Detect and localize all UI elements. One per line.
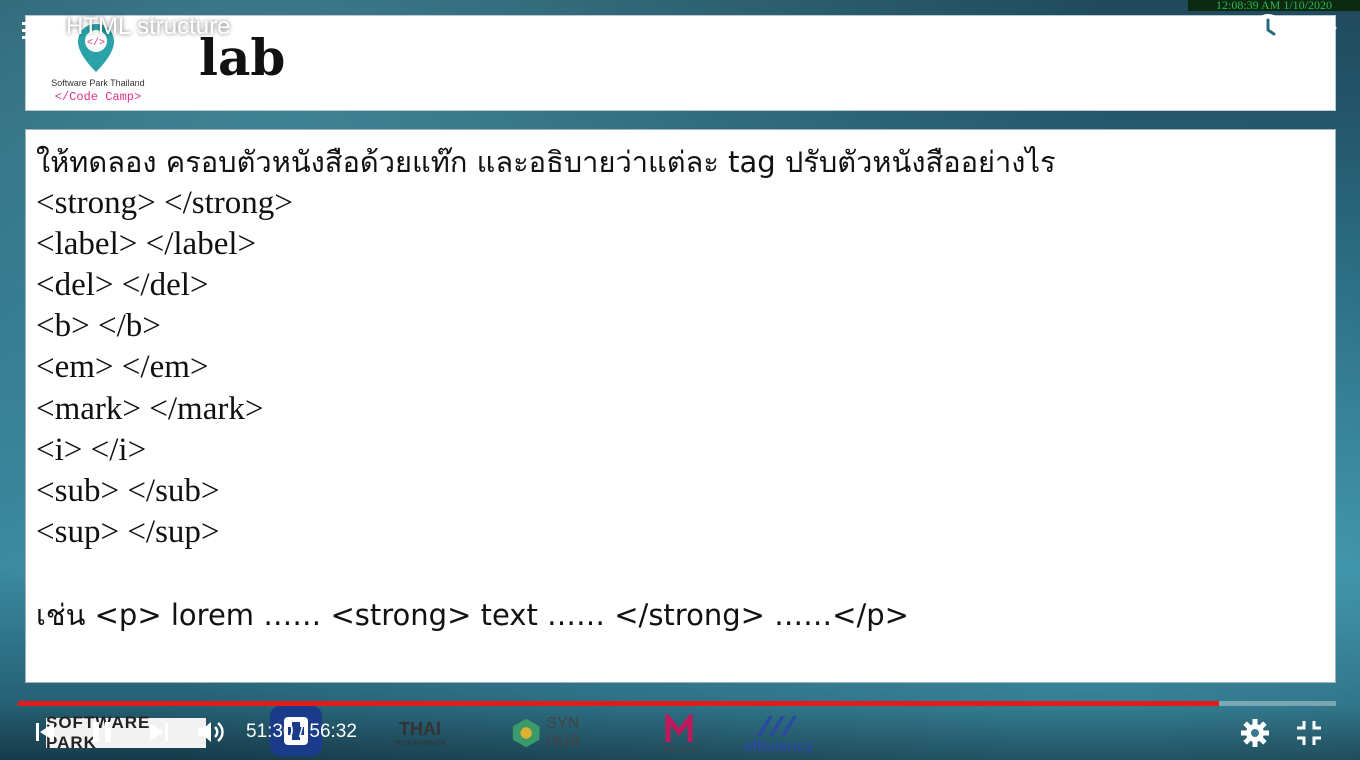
logo-program-name: </Code Camp> [54, 90, 142, 104]
tag-item: <sup> </sup> [36, 514, 220, 550]
tag-item: <i> </i> [36, 432, 147, 468]
tag-item: <del> </del> [36, 267, 209, 303]
sponsor-thai-programmer: THAI PROGRAMMER [384, 710, 456, 756]
playlist-icon[interactable] [20, 18, 48, 44]
logo-company-name: Software Park Thailand [51, 78, 145, 88]
next-icon[interactable] [148, 721, 170, 743]
tag-item: <strong> </strong> [36, 185, 293, 221]
previous-icon[interactable] [34, 721, 56, 743]
tag-item: <mark> </mark> [36, 391, 264, 427]
timestamp-overlay: 12:08:39 AM 1/10/2020 [1188, 0, 1360, 11]
time-display: 51:30 / 56:32 [246, 721, 357, 742]
settings-icon[interactable] [1240, 718, 1270, 748]
tag-item: <label> </label> [36, 226, 257, 262]
watch-later-icon[interactable] [1251, 12, 1285, 46]
tag-item: <sub> </sub> [36, 473, 220, 509]
sponsor-synhub-label: SYN HUB [546, 715, 581, 750]
instruction-text: ให้ทดลอง ครอบตัวหนังสือด้วยแท๊ก และอธิบา… [36, 145, 1056, 179]
sponsor-nipa-label: nipa.cloud [660, 743, 698, 753]
example-text: เช่น <p> lorem …… <strong> text …… </str… [36, 598, 909, 632]
sponsor-officiency: officiency [736, 710, 820, 756]
sponsor-synhub: SYN HUB [510, 710, 614, 756]
sponsor-officiency-label: officiency [742, 737, 814, 755]
sponsor-software-park-label: SOFTWARE PARK [46, 713, 149, 752]
pause-icon[interactable] [90, 720, 114, 744]
hexagon-icon [512, 718, 540, 748]
sponsor-programmer-label: PROGRAMMER [394, 740, 446, 747]
tag-item: <b> </b> [36, 308, 161, 344]
player-controls: SOFTWARE PARK THAI PROGRAMMER SYN HUB ni… [0, 706, 1360, 760]
sponsor-nipa: nipa.cloud [652, 710, 706, 756]
officiency-logo-icon [757, 715, 797, 736]
nipa-logo-icon [665, 713, 693, 742]
tag-item: <em> </em> [36, 349, 209, 385]
share-icon[interactable] [1305, 12, 1339, 46]
sponsor-software-park: SOFTWARE PARK [46, 713, 206, 752]
sponsor-thai-label: THAI [399, 719, 441, 739]
slide-content: ให้ทดลอง ครอบตัวหนังสือด้วยแท๊ก และอธิบา… [25, 129, 1336, 683]
video-title[interactable]: HTML structure [66, 12, 230, 42]
exit-fullscreen-icon[interactable] [1295, 719, 1323, 747]
volume-icon[interactable] [196, 719, 226, 745]
